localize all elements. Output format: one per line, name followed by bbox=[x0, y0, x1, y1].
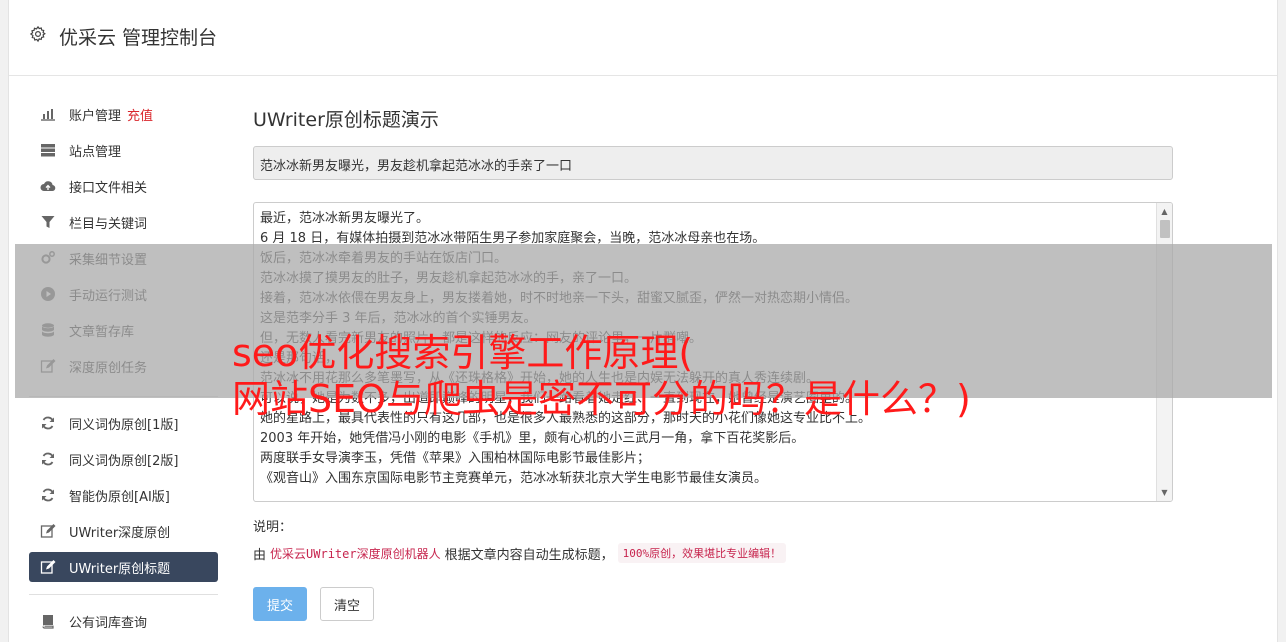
sidebar-item[interactable]: UWriter深度原创 bbox=[29, 513, 218, 549]
recharge-link[interactable]: 充值 bbox=[127, 105, 153, 124]
sidebar-item[interactable]: 栏目与关键词 bbox=[29, 204, 218, 240]
refresh-icon bbox=[39, 487, 57, 503]
note-prefix: 由 bbox=[253, 547, 267, 563]
sidebar-item-label: 公有词库查询 bbox=[69, 615, 148, 631]
edit-icon bbox=[39, 559, 57, 575]
bar-chart-icon bbox=[39, 106, 57, 122]
sidebar-item-label: 栏目与关键词 bbox=[69, 216, 148, 232]
overlay-title-line1: seo优化搜索引擎工作原理( bbox=[232, 331, 694, 375]
form-actions: 提交 清空 bbox=[253, 587, 1173, 621]
article-line: 两度联手女导演李玉，凭借《苹果》入围柏林国际电影节最佳影片； bbox=[260, 451, 651, 466]
sidebar-item[interactable]: 同义词伪原创[1版] bbox=[29, 405, 218, 441]
gear-icon bbox=[29, 25, 46, 43]
sidebar-divider bbox=[29, 594, 218, 595]
note-highlight-badge: 100%原创，效果堪比专业编辑！ bbox=[617, 543, 787, 563]
sidebar-item-label: UWriter原创标题 bbox=[69, 561, 171, 577]
filter-icon bbox=[39, 214, 57, 230]
sidebar-item[interactable]: 智能伪原创[AI版] bbox=[29, 477, 218, 513]
sidebar-item-label: UWriter深度原创 bbox=[69, 525, 171, 541]
generated-title-field[interactable]: 范冰冰新男友曝光，男友趁机拿起范冰冰的手亲了一口 bbox=[253, 146, 1173, 180]
top-bar: 优采云 管理控制台 bbox=[9, 0, 1277, 76]
sidebar-item[interactable]: 同义词伪原创[2版] bbox=[29, 441, 218, 477]
sidebar-item[interactable]: 接口文件相关 bbox=[29, 168, 218, 204]
edit-icon bbox=[39, 523, 57, 539]
page-title: UWriter原创标题演示 bbox=[253, 109, 439, 131]
sidebar-item-label: 账户管理 bbox=[69, 108, 122, 124]
scroll-up-icon[interactable]: ▲ bbox=[1157, 204, 1172, 219]
article-line: 《观音山》入围东京国际电影节主竞赛单元，范冰冰斩获北京大学生电影节最佳女演员。 bbox=[260, 471, 768, 486]
overlay-title-line2: 网站SEO与爬虫是密不可分的吗？是什么？) bbox=[232, 377, 971, 421]
clear-button[interactable]: 清空 bbox=[320, 587, 374, 621]
sidebar-item-label: 接口文件相关 bbox=[69, 180, 148, 196]
refresh-icon bbox=[39, 451, 57, 467]
sidebar-item[interactable]: UWriter原创标题 bbox=[29, 552, 218, 582]
book-icon bbox=[39, 613, 57, 629]
submit-button[interactable]: 提交 bbox=[253, 587, 307, 621]
sidebar-item-label: 站点管理 bbox=[69, 144, 122, 160]
cloud-upload-icon bbox=[39, 178, 57, 194]
overlay-title: seo优化搜索引擎工作原理( 网站SEO与爬虫是密不可分的吗？是什么？) bbox=[232, 330, 1132, 422]
note-link[interactable]: 优采云UWriter深度原创机器人 bbox=[270, 545, 441, 562]
note-label: 说明： bbox=[253, 520, 293, 535]
note-middle: 根据文章内容自动生成标题， bbox=[444, 547, 614, 563]
refresh-icon bbox=[39, 415, 57, 431]
sidebar-item[interactable]: 账户管理 充值 bbox=[29, 96, 218, 132]
article-line: 2003 年开始，她凭借冯小刚的电影《手机》里，颇有心机的小三武月一角，拿下百花… bbox=[260, 431, 805, 446]
sidebar-item[interactable]: 公有词库查询 bbox=[29, 603, 218, 639]
sidebar-item[interactable]: 站点管理 bbox=[29, 132, 218, 168]
scroll-thumb[interactable] bbox=[1160, 220, 1170, 238]
scroll-down-icon[interactable]: ▼ bbox=[1157, 485, 1172, 500]
sidebar-item-label: 同义词伪原创[1版] bbox=[69, 417, 179, 433]
app-title: 优采云 管理控制台 bbox=[59, 27, 218, 49]
sidebar-item-label: 智能伪原创[AI版] bbox=[69, 489, 170, 505]
article-line: 最近，范冰冰新男友曝光了。 bbox=[260, 211, 430, 226]
sidebar-item-label: 同义词伪原创[2版] bbox=[69, 453, 179, 469]
note-text: 由 优采云UWriter深度原创机器人 根据文章内容自动生成标题， 100%原创… bbox=[253, 543, 1173, 563]
server-icon bbox=[39, 142, 57, 158]
